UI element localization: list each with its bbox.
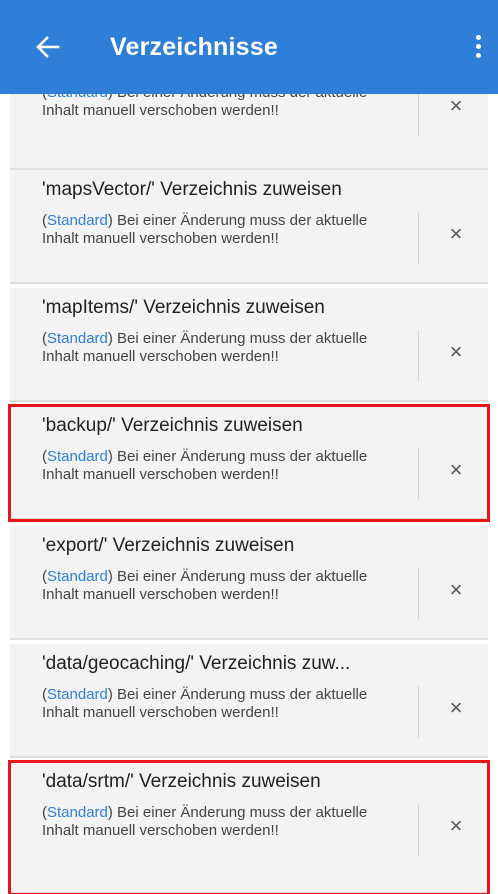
- close-icon[interactable]: ×: [444, 222, 468, 246]
- close-icon[interactable]: ×: [444, 696, 468, 720]
- directory-item-description: (Standard) Bei einer Änderung muss der a…: [42, 568, 392, 604]
- standard-link[interactable]: Standard: [47, 568, 108, 585]
- directory-item[interactable]: 'backup/' Verzeichnis zuweisen (Standard)…: [8, 404, 490, 522]
- divider: [418, 330, 419, 382]
- divider: [418, 448, 419, 500]
- directory-item-title: 'export/' Verzeichnis zuweisen: [42, 535, 295, 556]
- close-icon[interactable]: ×: [444, 814, 468, 838]
- directory-item[interactable]: 'export/' Verzeichnis zuweisen (Standard)…: [10, 526, 488, 640]
- directory-item-description: (Standard) Bei einer Änderung muss der a…: [42, 330, 392, 366]
- divider: [418, 568, 419, 620]
- close-icon[interactable]: ×: [444, 458, 468, 482]
- directory-item-title: 'data/geocaching/' Verzeichnis zuw...: [42, 653, 351, 674]
- close-icon[interactable]: ×: [444, 340, 468, 364]
- directory-item-title: 'mapsVector/' Verzeichnis zuweisen: [42, 179, 342, 200]
- directory-item[interactable]: 'data/geocaching/' Verzeichnis zuw... (St…: [10, 644, 488, 758]
- directory-item-description: (Standard) Bei einer Änderung muss der a…: [42, 804, 392, 840]
- close-icon[interactable]: ×: [444, 94, 468, 118]
- close-icon[interactable]: ×: [444, 578, 468, 602]
- directory-item-description: (Standard) Bei einer Änderung muss der a…: [42, 212, 392, 248]
- standard-link[interactable]: Standard: [47, 804, 108, 821]
- standard-link[interactable]: Standard: [47, 448, 108, 465]
- divider: [418, 212, 419, 264]
- page-title: Verzeichnisse: [110, 33, 278, 61]
- directory-item-title: 'backup/' Verzeichnis zuweisen: [42, 415, 303, 436]
- back-arrow-icon[interactable]: [34, 30, 70, 66]
- directory-item-title: 'mapItems/' Verzeichnis zuweisen: [42, 297, 325, 318]
- directory-item-description: (Standard) Bei einer Änderung muss der a…: [42, 448, 392, 484]
- directory-item[interactable]: 'mapsVector/' Verzeichnis zuweisen (Stand…: [10, 170, 488, 284]
- directory-item[interactable]: 'mapItems/' Verzeichnis zuweisen (Standar…: [10, 288, 488, 402]
- directory-item-description: (Standard) Bei einer Änderung muss der a…: [42, 686, 392, 722]
- divider: [418, 804, 419, 856]
- app-bar: Verzeichnisse: [0, 0, 498, 94]
- more-vertical-icon[interactable]: [466, 32, 490, 68]
- directory-item-title: 'data/srtm/' Verzeichnis zuweisen: [42, 771, 321, 792]
- standard-link[interactable]: Standard: [47, 212, 108, 229]
- divider: [418, 686, 419, 738]
- standard-link[interactable]: Standard: [47, 330, 108, 347]
- standard-link[interactable]: Standard: [47, 686, 108, 703]
- directory-item[interactable]: 'data/srtm/' Verzeichnis zuweisen (Standa…: [8, 760, 490, 894]
